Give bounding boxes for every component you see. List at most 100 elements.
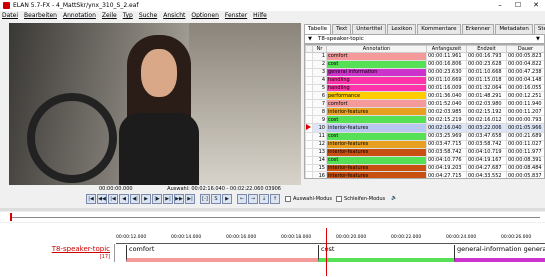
cell-start[interactable]: 00:01:10.669	[426, 75, 467, 85]
auswahl-modus-checkbox[interactable]: Auswahl-Modus	[285, 196, 332, 202]
cell-nr[interactable]: 13	[312, 147, 327, 157]
cell-duration[interactable]: 00:00:11.027	[506, 139, 544, 149]
tab-lexikon[interactable]: Lexikon	[387, 24, 417, 34]
cell-annotation[interactable]: cost	[326, 59, 427, 69]
cell-start[interactable]: 00:01:36.040	[426, 91, 467, 101]
cell-end[interactable]: 00:03:58.742	[466, 139, 507, 149]
menu-ansicht[interactable]: Ansicht	[163, 12, 185, 19]
tier-selector-arrow-icon[interactable]: ▼	[305, 36, 315, 42]
table-row[interactable]: 3 general information 00:00:23.630 00:01:10…	[305, 67, 544, 77]
table-row[interactable]: 15 interior-features 00:04:19.203 00:04:27.…	[305, 163, 544, 173]
menu-hilfe[interactable]: Hilfe	[253, 12, 267, 19]
cell-annotation[interactable]: interior-features	[326, 171, 427, 178]
tab-text[interactable]: Text	[332, 24, 352, 34]
tab-metadaten[interactable]: Metadaten	[495, 24, 533, 34]
table-header-nr[interactable]: Nr	[312, 45, 327, 53]
cell-end[interactable]: 00:04:33.552	[466, 171, 507, 178]
selection-start-button[interactable]: S	[211, 194, 221, 204]
tier-selector[interactable]: ▼ T8-speaker-topic ▼	[304, 34, 545, 44]
cell-duration[interactable]: 00:00:11.940	[506, 99, 544, 109]
cell-start[interactable]: 00:02:16.040	[426, 123, 467, 134]
table-row[interactable]: 12 interior-features 00:03:47.715 00:03:58.…	[305, 139, 544, 149]
cell-start[interactable]: 00:04:10.776	[426, 155, 467, 165]
cell-annotation[interactable]: comfort	[326, 52, 427, 61]
tab-untertitel[interactable]: Untertitel	[352, 24, 387, 34]
cell-end[interactable]: 00:02:03.980	[466, 99, 507, 109]
cell-start[interactable]: 00:02:15.219	[426, 115, 467, 125]
cell-annotation[interactable]: cost	[326, 115, 427, 125]
cell-duration[interactable]: 00:00:21.689	[506, 132, 544, 141]
timeline-viewer[interactable]: 00:00:12.000 00:00:14.000 00:00:16.000 0…	[0, 223, 545, 277]
play-button[interactable]: ▶	[141, 194, 151, 204]
cell-nr[interactable]: 14	[312, 155, 327, 165]
table-row[interactable]: 6 performance 00:01:36.040 00:01:48.291 00:0…	[305, 91, 544, 101]
cell-duration[interactable]: 00:00:08.484	[506, 163, 544, 173]
cell-nr[interactable]: 6	[312, 91, 327, 101]
cell-annotation[interactable]: interior-features	[326, 107, 427, 117]
menu-fenster[interactable]: Fenster	[225, 12, 247, 19]
table-row[interactable]: 14 cost 00:04:10.776 00:04:19.167 00:00:08.3…	[305, 155, 544, 165]
cell-duration[interactable]: 00:00:47.238	[506, 67, 544, 77]
timeline-annotation[interactable]: cost	[318, 245, 454, 262]
cell-duration[interactable]: 00:00:04.148	[506, 75, 544, 85]
cell-end[interactable]: 00:00:16.793	[466, 52, 507, 61]
table-row[interactable]: 1 comfort 00:00:11.961 00:00:16.793 00:00:05…	[305, 52, 544, 61]
cell-annotation[interactable]: interior-features	[326, 123, 427, 134]
move-down-button[interactable]: ↓	[259, 194, 269, 204]
cell-nr[interactable]: 15	[312, 163, 327, 173]
maximize-button[interactable]: ☐	[509, 0, 527, 11]
table-row[interactable]: 16 interior-features 00:04:27.715 00:04:33.…	[305, 171, 544, 178]
table-row[interactable]: 2 cost 00:00:16.806 00:00:23.628 00:00:04.82…	[305, 59, 544, 69]
go-to-begin-button[interactable]: |◀	[86, 194, 96, 204]
cell-start[interactable]: 00:04:19.203	[426, 163, 467, 173]
cell-duration[interactable]: 00:00:04.822	[506, 59, 544, 69]
cell-annotation[interactable]: interior-features	[326, 163, 427, 173]
step-back-button[interactable]: ◀|	[130, 194, 140, 204]
cell-end[interactable]: 00:03:47.658	[466, 132, 507, 141]
cell-end[interactable]: 00:02:16.012	[466, 115, 507, 125]
cell-end[interactable]: 00:04:27.687	[466, 163, 507, 173]
cell-nr[interactable]: 2	[312, 59, 327, 69]
table-row[interactable]: 11 cost 00:03:25.969 00:03:47.658 00:00:21.6…	[305, 132, 544, 141]
cell-end[interactable]: 00:01:10.668	[466, 67, 507, 77]
panel-divider[interactable]	[0, 208, 545, 211]
menu-zeile[interactable]: Zeile	[102, 12, 117, 19]
tier-name[interactable]: T8-speaker-topic	[52, 245, 110, 253]
table-header-duration[interactable]: Dauer	[506, 45, 544, 53]
menu-datei[interactable]: Datei	[2, 12, 18, 19]
cell-start[interactable]: 00:02:03.985	[426, 107, 467, 117]
cell-duration[interactable]: 00:01:05.966	[506, 123, 544, 134]
cell-start[interactable]: 00:03:47.715	[426, 139, 467, 149]
video-player[interactable]	[9, 23, 301, 185]
cell-start[interactable]: 00:01:52.040	[426, 99, 467, 109]
table-row[interactable]: 9 cost 00:02:15.219 00:02:16.012 00:00:00.79…	[305, 115, 544, 125]
chevron-down-icon[interactable]: ▼	[536, 36, 544, 42]
cell-start[interactable]: 00:01:16.009	[426, 83, 467, 93]
table-row[interactable]: 10 interior-features 00:02:16.040 00:03:22.…	[305, 123, 544, 134]
menu-bearbeiten[interactable]: Bearbeiten	[24, 12, 57, 19]
cell-nr[interactable]: 5	[312, 83, 327, 93]
cell-nr[interactable]: 11	[312, 132, 327, 141]
cell-annotation[interactable]: general information	[326, 67, 427, 77]
play-selection-button[interactable]: [-]	[200, 194, 210, 204]
play-around-button[interactable]: ▶	[222, 194, 232, 204]
table-header-end[interactable]: Endzeit	[466, 45, 507, 53]
close-button[interactable]: ✕	[527, 0, 545, 11]
menu-annotation[interactable]: Annotation	[63, 12, 96, 19]
next-frame-button[interactable]: |▶	[152, 194, 162, 204]
next-second-button[interactable]: ▶|	[163, 194, 173, 204]
cell-duration[interactable]: 00:00:05.823	[506, 52, 544, 61]
timeline-annotation[interactable]: comfort	[126, 245, 318, 262]
cell-duration[interactable]: 00:00:11.977	[506, 147, 544, 157]
cell-nr[interactable]: 9	[312, 115, 327, 125]
previous-second-button[interactable]: |◀	[108, 194, 118, 204]
cell-nr[interactable]: 12	[312, 139, 327, 149]
schleifen-modus-checkbox[interactable]: Schleifen-Modus	[336, 196, 385, 202]
cell-end[interactable]: 00:01:32.064	[466, 83, 507, 93]
cell-start[interactable]: 00:00:11.961	[426, 52, 467, 61]
cell-end[interactable]: 00:04:10.719	[466, 147, 507, 157]
tab-steuerung[interactable]: Steuerung	[533, 24, 545, 34]
cell-end[interactable]: 00:03:22.006	[466, 123, 507, 134]
move-right-button[interactable]: →	[248, 194, 258, 204]
cell-annotation[interactable]: cost	[326, 132, 427, 141]
